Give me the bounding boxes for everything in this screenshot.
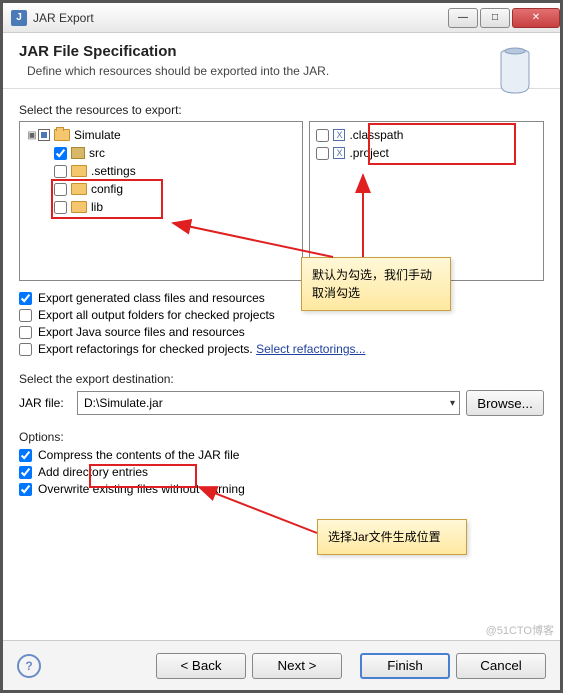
tree-root[interactable]: ▣ Simulate	[24, 126, 298, 144]
checkbox[interactable]	[316, 129, 329, 142]
destination-label: Select the export destination:	[19, 372, 544, 386]
check-label: Compress the contents of the JAR file	[38, 448, 239, 462]
checkbox[interactable]	[19, 343, 32, 356]
folder-icon	[71, 165, 87, 177]
maximize-button[interactable]: □	[480, 8, 510, 28]
file-classpath[interactable]: X .classpath	[314, 126, 539, 144]
jar-file-value: D:\Simulate.jar	[84, 396, 163, 410]
checkbox[interactable]	[54, 165, 67, 178]
check-export-refactorings[interactable]: Export refactorings for checked projects…	[19, 342, 544, 356]
help-button[interactable]: ?	[17, 654, 41, 678]
check-compress[interactable]: Compress the contents of the JAR file	[19, 448, 544, 462]
check-export-generated[interactable]: Export generated class files and resourc…	[19, 291, 544, 305]
page-subtitle: Define which resources should be exporte…	[27, 64, 544, 78]
folder-icon	[71, 183, 87, 195]
close-button[interactable]: ✕	[512, 8, 560, 28]
check-label: Export generated class files and resourc…	[38, 291, 265, 305]
collapse-icon[interactable]: ▣	[26, 130, 38, 141]
check-label: Export all output folders for checked pr…	[38, 308, 275, 322]
xml-file-icon: X	[333, 129, 345, 141]
finish-button[interactable]: Finish	[360, 653, 450, 679]
resource-tree-pane[interactable]: ▣ Simulate src .settings config lib	[19, 121, 303, 281]
check-add-dir[interactable]: Add directory entries	[19, 465, 544, 479]
tree-item-settings[interactable]: .settings	[24, 162, 298, 180]
folder-icon	[71, 201, 87, 213]
checkbox[interactable]	[19, 326, 32, 339]
checkbox[interactable]	[19, 483, 32, 496]
checkbox[interactable]	[19, 292, 32, 305]
tree-label: Simulate	[74, 128, 121, 142]
checkbox[interactable]	[19, 466, 32, 479]
check-export-source[interactable]: Export Java source files and resources	[19, 325, 544, 339]
dialog-header: JAR File Specification Define which reso…	[3, 33, 560, 89]
check-label: Export Java source files and resources	[38, 325, 245, 339]
folder-icon	[54, 129, 70, 141]
checkbox[interactable]	[54, 183, 67, 196]
checkbox[interactable]	[19, 449, 32, 462]
next-button[interactable]: Next >	[252, 653, 342, 679]
tree-item-config[interactable]: config	[24, 180, 298, 198]
file-label: .project	[349, 146, 388, 160]
jar-file-combo[interactable]: D:\Simulate.jar ▾	[77, 391, 460, 415]
jar-file-label: JAR file:	[19, 396, 71, 410]
check-export-all-output[interactable]: Export all output folders for checked pr…	[19, 308, 544, 322]
tree-label: src	[89, 146, 105, 160]
options-label: Options:	[19, 430, 544, 444]
check-label: Export refactorings for checked projects…	[38, 342, 253, 356]
page-title: JAR File Specification	[19, 43, 544, 60]
cancel-button[interactable]: Cancel	[456, 653, 546, 679]
resources-label: Select the resources to export:	[19, 103, 544, 117]
footer: ? < Back Next > Finish Cancel	[3, 640, 560, 690]
app-icon: J	[11, 10, 27, 26]
callout-top: 默认为勾选，我们手动取消勾选	[301, 257, 451, 311]
checkbox[interactable]	[316, 147, 329, 160]
tree-item-src[interactable]: src	[24, 144, 298, 162]
select-refactorings-link[interactable]: Select refactorings...	[256, 342, 365, 356]
tree-label: .settings	[91, 164, 136, 178]
tree-item-lib[interactable]: lib	[24, 198, 298, 216]
titlebar: J JAR Export — □ ✕	[3, 3, 560, 33]
tree-label: lib	[91, 200, 103, 214]
jar-icon	[490, 41, 540, 96]
check-overwrite[interactable]: Overwrite existing files without warning	[19, 482, 544, 496]
window-title: JAR Export	[33, 11, 446, 25]
check-label: Overwrite existing files without warning	[38, 482, 245, 496]
file-label: .classpath	[349, 128, 403, 142]
package-icon	[71, 147, 85, 159]
back-button[interactable]: < Back	[156, 653, 246, 679]
watermark: @51CTO博客	[486, 622, 554, 638]
callout-bottom: 选择Jar文件生成位置	[317, 519, 467, 555]
xml-file-icon: X	[333, 147, 345, 159]
dropdown-icon[interactable]: ▾	[450, 398, 455, 409]
minimize-button[interactable]: —	[448, 8, 478, 28]
checkbox[interactable]	[54, 201, 67, 214]
tree-label: config	[91, 182, 123, 196]
check-label: Add directory entries	[38, 465, 148, 479]
browse-button[interactable]: Browse...	[466, 390, 544, 416]
file-project[interactable]: X .project	[314, 144, 539, 162]
checkbox[interactable]	[19, 309, 32, 322]
checkbox[interactable]	[54, 147, 67, 160]
checkbox-tristate[interactable]	[38, 129, 50, 141]
